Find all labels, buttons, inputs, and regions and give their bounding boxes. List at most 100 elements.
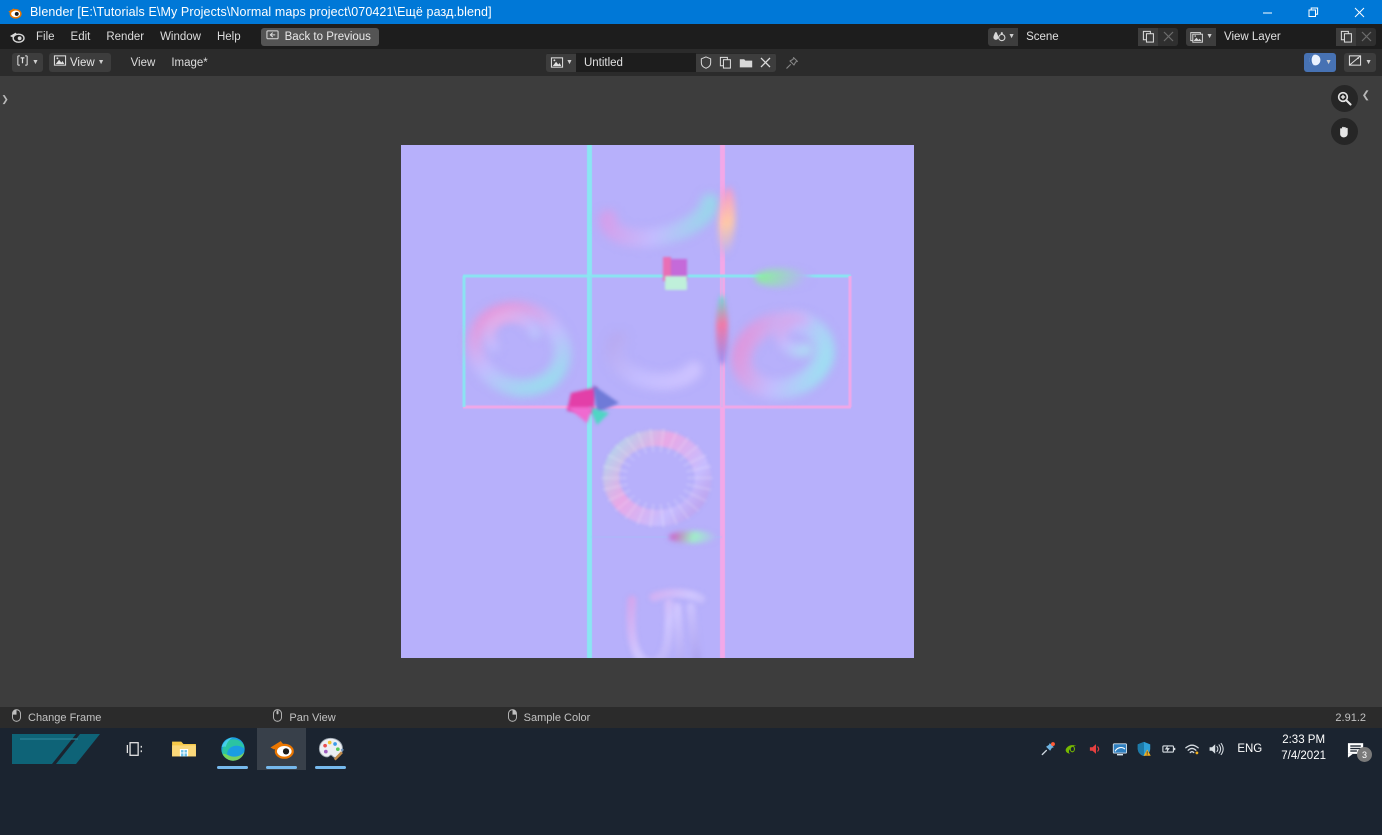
status-hint-label: Pan View (289, 711, 336, 724)
unlink-image-button[interactable] (755, 53, 776, 72)
tray-date: 7/4/2021 (1281, 750, 1326, 762)
tray-wifi-icon[interactable] (1180, 728, 1204, 770)
view-layer-icon[interactable]: ▼ (1186, 27, 1216, 46)
normal-map-image[interactable] (401, 145, 914, 658)
back-to-previous-icon (266, 29, 279, 45)
windows-taskbar: ENG 2:33 PM 7/4/2021 3 (0, 728, 1382, 835)
back-to-previous-label: Back to Previous (284, 30, 371, 43)
chevron-down-icon: ▼ (1365, 59, 1372, 66)
start-shape-icon[interactable] (0, 728, 110, 770)
image-datablock: ▼ Untitled (546, 53, 802, 72)
chevron-left-icon[interactable]: ❮ (1362, 90, 1370, 101)
menu-help[interactable]: Help (209, 28, 249, 46)
pan-gizmo[interactable] (1331, 118, 1358, 145)
system-tray: ENG 2:33 PM 7/4/2021 3 (1036, 728, 1382, 770)
tray-language[interactable]: ENG (1228, 728, 1271, 770)
taskbar-open-indicator (266, 766, 297, 769)
close-button[interactable] (1336, 0, 1382, 24)
image-mode-label: View (69, 56, 95, 69)
menu-edit[interactable]: Edit (63, 28, 99, 46)
task-view-button[interactable] (110, 728, 159, 770)
fake-user-button[interactable] (695, 53, 716, 72)
menu-image[interactable]: Image* (163, 54, 215, 72)
mouse-right-icon (507, 708, 517, 727)
notification-center-button[interactable]: 3 (1336, 728, 1376, 770)
view-layer-datablock: ▼ View Layer (1186, 27, 1376, 46)
minimize-button[interactable] (1244, 0, 1290, 24)
view-layer-name-field[interactable]: View Layer (1216, 27, 1336, 46)
chevron-down-icon: ▼ (1325, 59, 1333, 66)
tray-battery-icon[interactable] (1156, 728, 1180, 770)
paint-button[interactable] (306, 728, 355, 770)
browse-image-button[interactable]: ▼ (546, 53, 576, 72)
image-mode-icon (53, 54, 67, 72)
back-to-previous-button[interactable]: Back to Previous (260, 27, 379, 46)
window-title: Blender [E:\Tutorials E\My Projects\Norm… (30, 5, 492, 19)
image-mode-button[interactable]: View ▼ (48, 53, 111, 72)
new-image-button[interactable] (715, 53, 736, 72)
status-hint-label: Sample Color (523, 711, 591, 724)
blender-topbar: File Edit Render Window Help Back to Pre… (0, 24, 1382, 49)
chevron-down-icon: ▼ (32, 59, 39, 66)
notification-count: 3 (1357, 747, 1372, 762)
tray-volume-mute-icon[interactable] (1084, 728, 1108, 770)
open-image-button[interactable] (735, 53, 756, 72)
menu-window[interactable]: Window (152, 28, 209, 46)
menu-file[interactable]: File (28, 28, 63, 46)
overlays-button[interactable]: ▼ (1344, 53, 1376, 72)
tray-security-icon[interactable] (1132, 728, 1156, 770)
menu-view[interactable]: View (123, 54, 164, 72)
sidebar-toggle[interactable]: ❯ (0, 86, 10, 112)
chevron-down-icon: ▼ (1206, 33, 1213, 40)
blender-taskbar-button[interactable] (257, 728, 306, 770)
blender-logo-icon (2, 0, 26, 24)
scene-icon[interactable]: ▼ (988, 27, 1019, 46)
menu-render[interactable]: Render (98, 28, 152, 46)
taskbar-strip: ENG 2:33 PM 7/4/2021 3 (0, 728, 1382, 770)
chevron-down-icon: ▼ (566, 59, 573, 66)
taskbar-open-indicator (217, 766, 248, 769)
display-channels-icon (1308, 53, 1322, 72)
scene-datablock: ▼ Scene (988, 27, 1179, 46)
chevron-down-icon: ▼ (97, 59, 105, 66)
new-scene-button[interactable] (1138, 27, 1159, 46)
new-view-layer-button[interactable] (1336, 27, 1356, 46)
edge-button[interactable] (208, 728, 257, 770)
blender-version: 2.91.2 (1335, 711, 1366, 724)
tray-pin-icon[interactable] (1036, 728, 1060, 770)
tray-clock[interactable]: 2:33 PM 7/4/2021 (1271, 728, 1336, 770)
status-hint-sample-color: Sample Color (507, 708, 591, 727)
tray-nvidia-icon[interactable] (1060, 728, 1084, 770)
normal-map-canvas[interactable] (401, 145, 914, 658)
restore-button[interactable] (1290, 0, 1336, 24)
file-explorer-button[interactable] (159, 728, 208, 770)
image-editor-canvas[interactable]: ❯ ❮ (0, 76, 1382, 707)
status-bar: Change Frame Pan View Sample Color 2.91.… (0, 707, 1382, 728)
topbar-right-group: ▼ Scene ▼ View Layer (988, 27, 1382, 46)
tray-network-monitor-icon[interactable] (1108, 728, 1132, 770)
scene-name-field[interactable]: Scene (1018, 27, 1139, 46)
status-hint-pan-view: Pan View (273, 708, 336, 727)
unlink-scene-button[interactable] (1158, 27, 1179, 46)
status-hint-label: Change Frame (28, 711, 102, 724)
window-titlebar: Blender [E:\Tutorials E\My Projects\Norm… (0, 0, 1382, 24)
navigation-gizmos (1331, 85, 1358, 145)
status-hint-change-frame: Change Frame (12, 708, 102, 727)
remove-view-layer-button[interactable] (1356, 27, 1376, 46)
image-editor-type-icon (16, 54, 29, 72)
image-editor-header: ▼ View ▼ View Image* ▼ Untitled ▼ ▼ (0, 49, 1382, 76)
chevron-down-icon: ▼ (1008, 33, 1016, 40)
tray-speaker-icon[interactable] (1204, 728, 1228, 770)
display-channels-button[interactable]: ▼ (1304, 53, 1337, 72)
blender-logo-icon[interactable] (6, 28, 28, 46)
mouse-middle-icon (273, 708, 283, 727)
desktop: Blender [E:\Tutorials E\My Projects\Norm… (0, 0, 1382, 835)
zoom-gizmo[interactable] (1331, 85, 1358, 112)
mouse-left-icon (12, 708, 21, 727)
image-id-group: ▼ Untitled (546, 53, 776, 72)
image-name-field[interactable]: Untitled (575, 53, 696, 72)
header-right-group: ▼ ▼ (1304, 53, 1376, 72)
editor-type-button[interactable]: ▼ (12, 53, 43, 72)
window-controls (1244, 0, 1382, 24)
pin-icon[interactable] (782, 53, 802, 72)
